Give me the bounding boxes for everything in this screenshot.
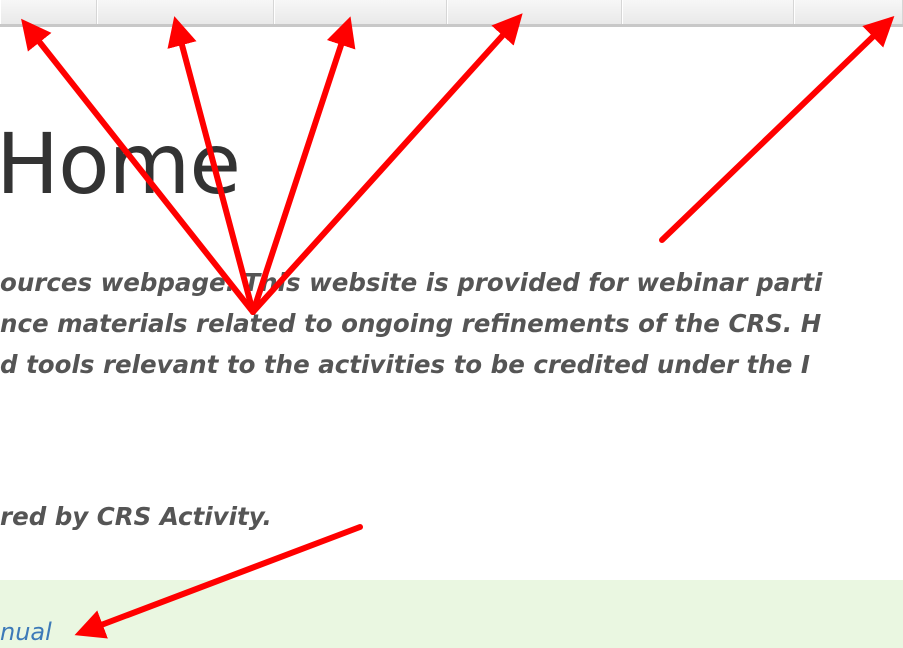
nav-tab-3[interactable] <box>274 0 447 24</box>
intro-line-1: ources webpage. This website is provided… <box>0 268 823 297</box>
nav-tab-5[interactable] <box>622 0 794 24</box>
page: Home ources webpage. This website is pro… <box>0 0 903 648</box>
nav-tab-6[interactable] <box>794 0 903 24</box>
intro-line-3: d tools relevant to the activities to be… <box>0 350 810 379</box>
intro-line-2: nce materials related to ongoing refinem… <box>0 309 822 338</box>
organized-by-note: red by CRS Activity. <box>0 502 272 531</box>
nav-tab-4[interactable] <box>447 0 622 24</box>
page-title: Home <box>0 115 241 213</box>
intro-paragraph: ources webpage. This website is provided… <box>0 262 903 385</box>
nav-tab-2[interactable] <box>97 0 274 24</box>
top-navigation-bar <box>0 0 903 27</box>
nav-tab-1[interactable] <box>0 0 97 24</box>
notice-panel <box>0 580 903 648</box>
annotation-arrow-5 <box>659 16 895 243</box>
manual-link[interactable]: nual <box>0 614 52 648</box>
